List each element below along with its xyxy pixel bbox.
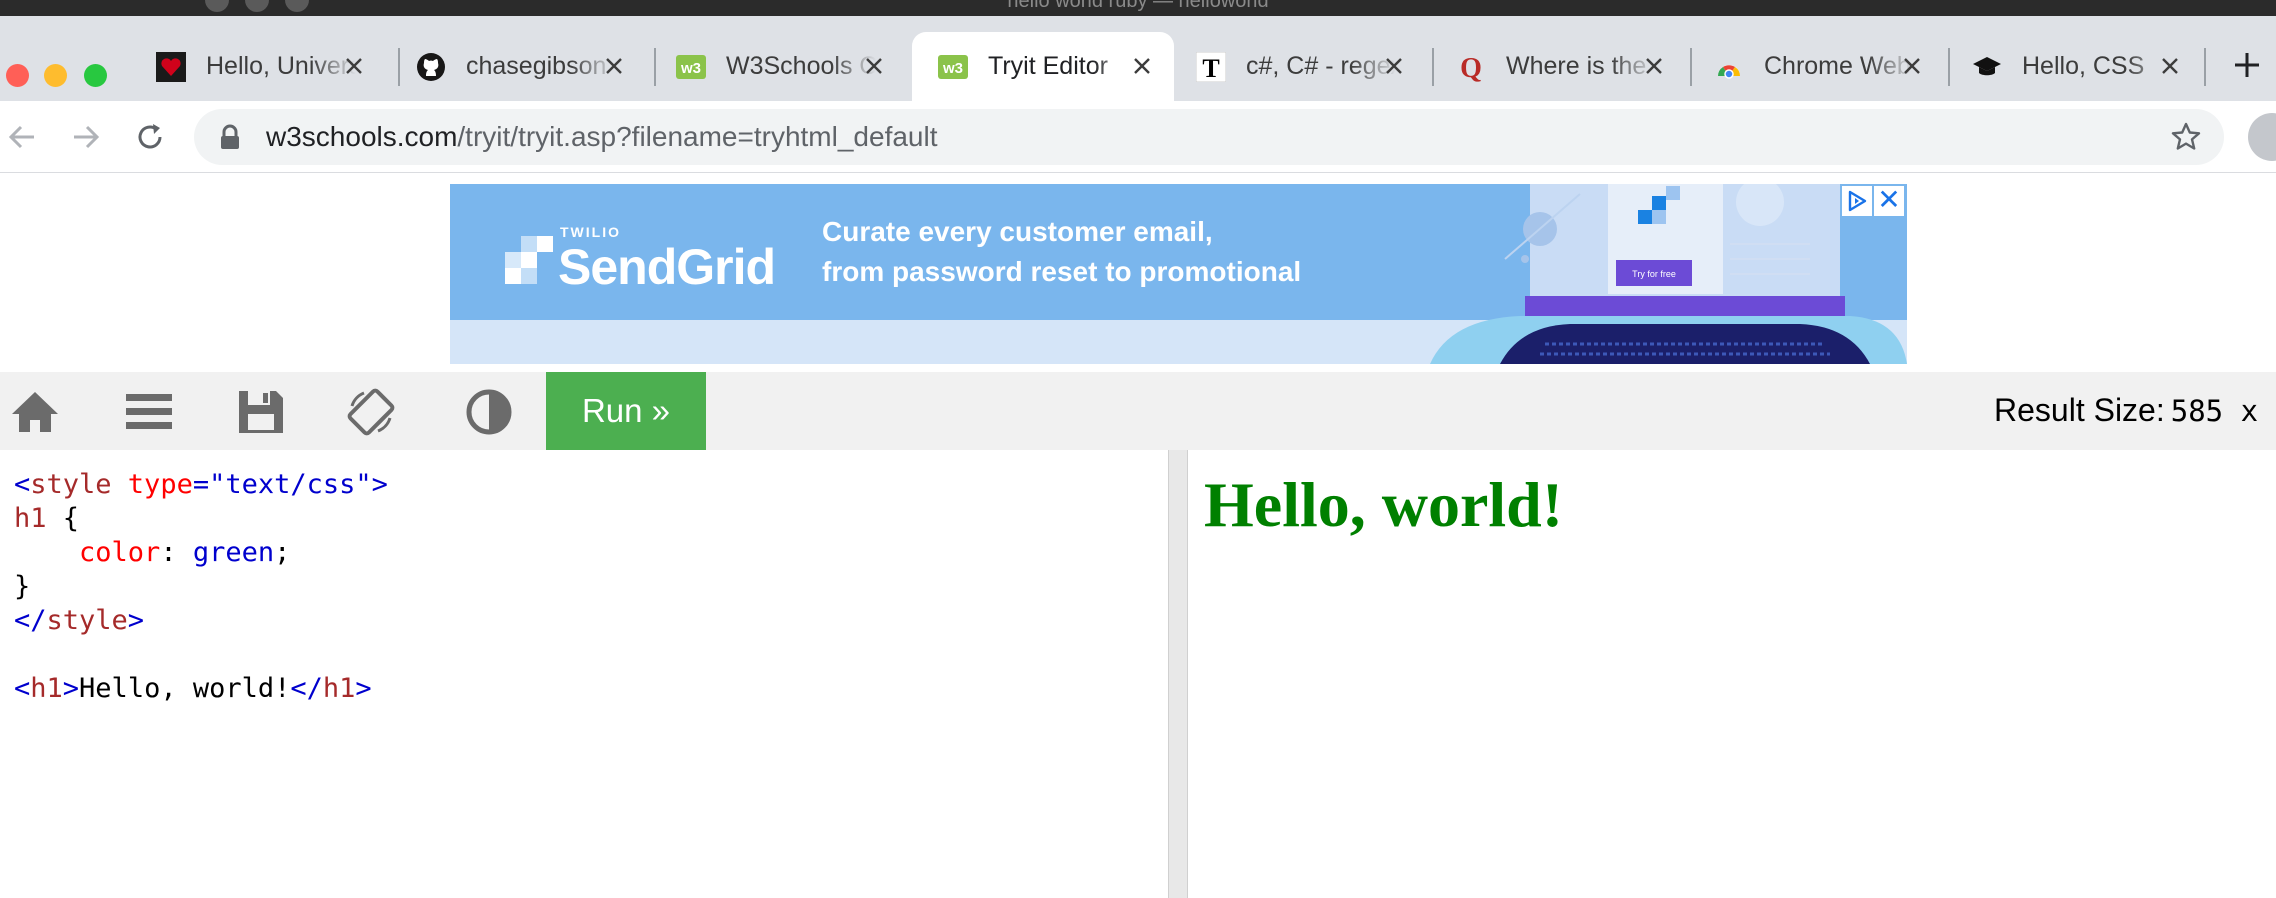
theme-contrast-icon[interactable] [464,388,514,436]
ad-brand: SendGrid [558,239,776,295]
profile-avatar[interactable] [2248,113,2276,161]
sendgrid-logo-icon [505,236,553,284]
tab-label: Hello, Universe [206,52,356,80]
tab-label: W3Schools Online [726,52,876,80]
t-favicon-icon: T [1196,51,1226,82]
rotate-orientation-icon[interactable] [346,388,396,436]
run-button[interactable]: Run » [546,372,706,450]
window-title-bar: hello world ruby — helloworld [0,0,2276,16]
result-size-label: Result Size: [1994,392,2165,428]
window-title: hello world ruby — helloworld [1007,0,1269,12]
tab-github[interactable]: chasegibson [390,32,646,101]
tab-quora[interactable]: Q Where is the [1430,32,1686,101]
w3schools-icon: w3 [676,52,706,82]
url-host: w3schools.com [266,121,458,152]
tab-label: c#, C# - regex [1246,52,1396,80]
tab-label: Tryit Editor [988,52,1108,80]
new-tab-button[interactable] [2232,50,2262,80]
heart-favicon-icon [156,51,186,82]
quora-icon: Q [1456,52,1486,82]
svg-text:w3: w3 [942,60,963,77]
panel-resize-divider[interactable] [1168,450,1188,898]
tab-chrome-web-store[interactable]: Chrome Web Store [1688,32,1944,101]
close-tab-icon[interactable] [2158,54,2182,78]
w3schools-icon: w3 [938,52,968,82]
tab-w3schools[interactable]: w3 W3Schools Online [650,32,906,101]
tab-label: chasegibson [466,52,607,80]
result-size-value: 585 x [2170,394,2259,428]
ad-laptop-illustration: Try for free [1430,184,1907,364]
close-tab-icon[interactable] [1900,54,1924,78]
ad-headline-line-1: Curate every customer email, [822,216,1213,247]
result-size: Result Size: 585 x [1994,392,2258,429]
tab-tryit-editor[interactable]: w3 Tryit Editor [912,32,1174,101]
adchoices-icon[interactable] [1842,186,1872,216]
close-window-button[interactable] [6,64,29,87]
result-panel: Hello, world! [1188,450,2276,898]
menu-icon[interactable] [124,388,174,436]
save-icon[interactable] [236,388,286,436]
graduation-cap-icon [1972,52,2002,82]
forward-arrow-icon[interactable] [68,119,104,155]
tab-label: Hello, CSS [2022,52,2145,80]
close-tab-icon[interactable] [342,54,366,78]
bookmark-star-icon[interactable] [2170,121,2202,153]
tab-label: Where is the [1506,52,1647,80]
svg-text:Q: Q [1460,53,1482,82]
github-icon [416,52,446,82]
ad-close-icon[interactable]: ✕ [1874,186,1904,216]
close-tab-icon[interactable] [1642,54,1666,78]
svg-text:T: T [1202,54,1219,82]
code-editor[interactable]: <style type="text/css"> h1 { color: gree… [0,450,1168,898]
url-text[interactable]: w3schools.com/tryit/tryit.asp?filename=t… [266,121,938,153]
tab-separator [2204,48,2206,86]
result-heading: Hello, world! [1204,469,1564,540]
close-tab-icon[interactable] [1130,54,1154,78]
close-tab-icon[interactable] [1382,54,1406,78]
home-icon[interactable] [10,388,60,436]
ad-cta-text: Try for free [1632,269,1676,279]
tab-hello-css[interactable]: Hello, CSS [1946,32,2202,101]
code-text[interactable]: <style type="text/css"> h1 { color: gree… [14,468,388,706]
sendgrid-ad-banner[interactable]: TWILIO SendGrid Curate every customer em… [450,184,1907,364]
tryit-toolbar: Run » Result Size: 585 x [0,372,2276,450]
close-tab-icon[interactable] [862,54,886,78]
tab-label: Chrome Web Store [1764,52,1914,80]
ad-headline-line-2: from password reset to promotional [822,256,1302,287]
url-path: /tryit/tryit.asp?filename=tryhtml_defaul… [457,121,938,152]
address-bar[interactable]: w3schools.com/tryit/tryit.asp?filename=t… [194,109,2224,165]
lock-icon[interactable] [220,124,240,150]
chrome-web-store-icon [1714,52,1744,82]
back-arrow-icon[interactable] [4,119,40,155]
svg-text:w3: w3 [680,60,701,77]
close-tab-icon[interactable] [602,54,626,78]
tab-hello-universe[interactable]: Hello, Universe [130,32,386,101]
minimize-window-button[interactable] [44,64,67,87]
navigation-bar: w3schools.com/tryit/tryit.asp?filename=t… [0,101,2276,173]
reload-icon[interactable] [132,119,168,155]
maximize-window-button[interactable] [84,64,107,87]
tab-regex[interactable]: T c#, C# - regex [1170,32,1426,101]
